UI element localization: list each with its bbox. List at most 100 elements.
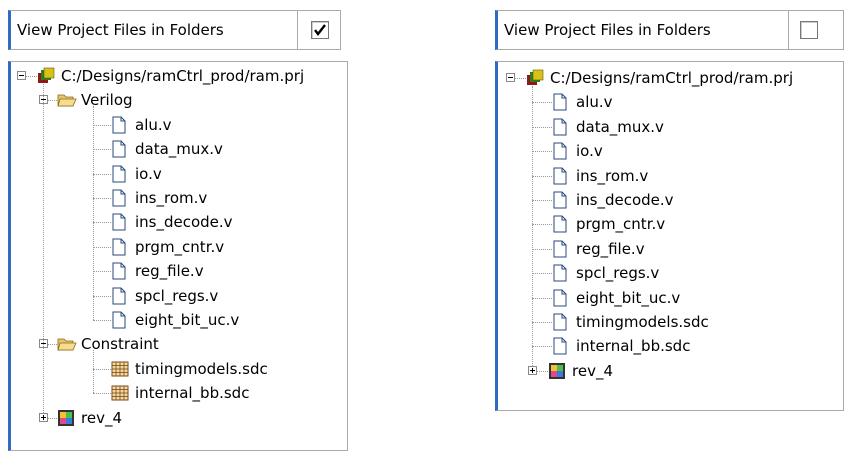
right-revision-node[interactable]: rev_4	[548, 359, 613, 383]
file-icon	[111, 262, 129, 280]
right-file-item[interactable]: reg_file.v	[552, 237, 645, 261]
file-icon	[111, 165, 129, 183]
right-file-item[interactable]: ins_rom.v	[552, 164, 648, 188]
file-icon	[111, 311, 129, 329]
left-project-collapse-toggle[interactable]	[17, 71, 26, 80]
left-file-item-label: io.v	[135, 164, 162, 183]
left-file-item[interactable]: prgm_cntr.v	[111, 235, 224, 259]
left-file-item[interactable]: data_mux.v	[111, 137, 223, 161]
file-icon	[552, 142, 570, 160]
right-project-tree: C:/Designs/ramCtrl_prod/ram.prj alu.v data…	[495, 61, 844, 411]
right-file-item-label: reg_file.v	[576, 239, 645, 258]
tree-connector	[532, 102, 552, 104]
right-file-item[interactable]: data_mux.v	[552, 115, 664, 139]
left-project-tree: C:/Designs/ramCtrl_prod/ram.prj Verilog al…	[8, 61, 348, 451]
left-file-item-label: internal_bb.sdc	[135, 384, 250, 403]
right-file-item-label: ins_rom.v	[576, 166, 649, 185]
left-revision-expand-toggle[interactable]	[39, 412, 48, 422]
left-file-item[interactable]: ins_rom.v	[111, 186, 207, 210]
file-icon	[552, 289, 570, 307]
right-file-item-label: ins_decode.v	[576, 191, 674, 209]
tree-connector	[26, 76, 37, 77]
tree-connector	[93, 271, 111, 273]
file-icon	[111, 140, 129, 158]
left-project-node-label: C:/Designs/ramCtrl_prod/ram.prj	[61, 67, 305, 85]
left-file-item[interactable]: io.v	[111, 162, 162, 186]
left-file-item[interactable]: alu.v	[111, 113, 172, 137]
left-file-item[interactable]: internal_bb.sdc	[111, 381, 249, 405]
left-file-item[interactable]: ins_decode.v	[111, 210, 233, 234]
left-file-item-label: ins_rom.v	[135, 189, 208, 207]
tree-connector	[93, 320, 111, 321]
right-view-folders-option: View Project Files in Folders	[495, 10, 844, 50]
right-view-folders-checkbox[interactable]	[800, 21, 818, 39]
file-icon	[552, 167, 570, 185]
right-file-item[interactable]: alu.v	[552, 90, 613, 114]
left-project-node[interactable]: C:/Designs/ramCtrl_prod/ram.prj	[37, 64, 304, 88]
file-icon	[552, 118, 570, 136]
right-option-label: View Project Files in Folders	[504, 21, 711, 39]
revision-icon	[548, 362, 566, 380]
right-file-item[interactable]: timingmodels.sdc	[552, 310, 709, 334]
left-file-item[interactable]: timingmodels.sdc	[111, 357, 268, 381]
tree-connector	[93, 124, 111, 126]
tree-connector	[532, 297, 552, 299]
right-file-item[interactable]: eight_bit_uc.v	[552, 286, 680, 310]
left-file-item[interactable]: spcl_regs.v	[111, 284, 218, 308]
right-file-item-label: io.v	[576, 142, 603, 161]
right-file-item-label: data_mux.v	[576, 117, 664, 136]
open-folder-icon	[57, 91, 77, 109]
right-file-item[interactable]: io.v	[552, 139, 603, 163]
tree-connector	[93, 350, 94, 394]
tree-connector	[532, 175, 552, 177]
right-file-item[interactable]: ins_decode.v	[552, 188, 674, 212]
file-icon	[552, 240, 570, 258]
file-icon	[552, 93, 570, 111]
left-folder-constraint[interactable]: Constraint	[57, 332, 159, 356]
tree-connector	[93, 393, 111, 395]
file-icon	[111, 287, 129, 305]
file-icon	[111, 238, 129, 256]
file-icon	[552, 337, 570, 355]
right-project-node-label: C:/Designs/ramCtrl_prod/ram.prj	[550, 69, 794, 87]
tree-connector	[532, 322, 552, 323]
constraint-file-icon	[111, 360, 129, 378]
right-project-node[interactable]: C:/Designs/ramCtrl_prod/ram.prj	[526, 66, 793, 90]
left-folder-verilog-label: Verilog	[81, 91, 133, 110]
tree-connector	[93, 198, 111, 199]
right-revision-expand-toggle[interactable]	[528, 365, 537, 375]
revision-icon	[57, 409, 75, 427]
left-revision-node[interactable]: rev_4	[57, 406, 122, 430]
left-folder-verilog[interactable]: Verilog	[57, 88, 133, 112]
tree-connector	[93, 246, 111, 248]
right-file-item-label: eight_bit_uc.v	[576, 288, 681, 307]
right-file-item-label: prgm_cntr.v	[576, 215, 666, 234]
left-file-item[interactable]: eight_bit_uc.v	[111, 308, 239, 332]
file-icon	[552, 191, 570, 209]
file-icon	[552, 264, 570, 282]
left-revision-node-label: rev_4	[81, 408, 122, 427]
left-view-folders-option: View Project Files in Folders	[8, 10, 341, 50]
tree-connector	[93, 368, 111, 370]
left-file-item-label: eight_bit_uc.v	[135, 311, 240, 329]
tree-connector	[515, 78, 526, 79]
open-folder-icon	[57, 335, 77, 353]
right-file-item[interactable]: spcl_regs.v	[552, 261, 659, 285]
right-file-item[interactable]: prgm_cntr.v	[552, 212, 665, 236]
right-file-item[interactable]: internal_bb.sdc	[552, 334, 690, 358]
left-file-item-label: prgm_cntr.v	[135, 237, 225, 256]
tree-connector	[532, 346, 552, 348]
file-icon	[552, 313, 570, 331]
right-project-collapse-toggle[interactable]	[506, 73, 515, 82]
tree-connector	[532, 248, 552, 250]
tree-connector	[532, 126, 552, 128]
tree-connector	[532, 200, 552, 201]
left-view-folders-checkbox[interactable]	[311, 21, 329, 39]
project-icon	[526, 69, 544, 87]
tree-connector	[93, 173, 111, 175]
tree-connector	[532, 224, 552, 226]
tree-connector	[93, 295, 111, 297]
project-icon	[37, 67, 55, 85]
tree-connector	[43, 84, 44, 413]
left-file-item[interactable]: reg_file.v	[111, 259, 204, 283]
